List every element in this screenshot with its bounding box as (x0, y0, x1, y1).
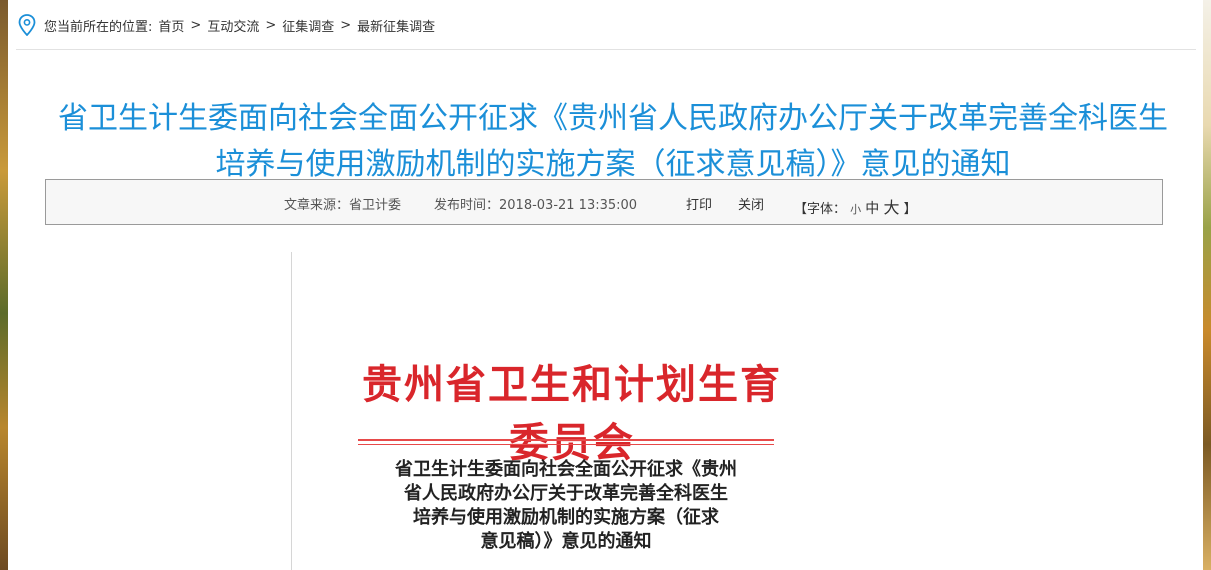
content-page: 您当前所在的位置: 首页 > 互动交流 > 征集调查 > 最新征集调查 省卫生计… (8, 0, 1203, 570)
breadcrumb-home[interactable]: 首页 (158, 16, 184, 35)
article-meta-bar: 文章来源：省卫计委 发布时间：2018-03-21 13:35:00 打印 关闭… (45, 179, 1163, 225)
font-size-control: 【字体： 小 中 大 】 (794, 194, 917, 218)
font-size-bracket-end: 】 (903, 202, 917, 217)
document-title-line: 意见稿）》意见的通知 (480, 531, 652, 552)
breadcrumb-latest-survey[interactable]: 最新征集调查 (357, 16, 435, 35)
breadcrumb-separator: > (265, 17, 277, 33)
breadcrumb-prefix: 您当前所在的位置: (44, 19, 153, 35)
font-size-label: 【字体： (794, 202, 847, 217)
header-divider (16, 49, 1196, 50)
location-pin-icon (18, 14, 36, 36)
document-title: 省卫生计生委面向社会全面公开征求《贵州 省人民政府办公厅关于改革完善全科医生 培… (366, 458, 766, 554)
breadcrumb-separator: > (190, 17, 202, 33)
print-link[interactable]: 打印 (686, 194, 712, 213)
article-title: 省卫生计生委面向社会全面公开征求《贵州省人民政府办公厅关于改革完善全科医生 培养… (28, 96, 1198, 188)
font-small-button[interactable]: 小 (850, 203, 861, 216)
article-source: 文章来源：省卫计委 (284, 198, 402, 213)
document-red-header: 贵州省卫生和计划生育委员会 (362, 361, 782, 466)
publish-time: 发布时间：2018-03-21 13:35:00 (434, 198, 638, 213)
breadcrumb-interaction[interactable]: 互动交流 (207, 16, 259, 35)
breadcrumb-survey[interactable]: 征集调查 (282, 16, 334, 35)
font-large-button[interactable]: 大 (883, 198, 899, 217)
article-title-line-1: 省卫生计生委面向社会全面公开征求《贵州省人民政府办公厅关于改革完善全科医生 (58, 101, 1168, 137)
background-landscape-left (0, 0, 8, 570)
breadcrumb: 您当前所在的位置: 首页 > 互动交流 > 征集调查 > 最新征集调查 (18, 12, 435, 38)
document-title-line: 培养与使用激励机制的实施方案（征求 (413, 507, 719, 528)
document-red-rule-thin (358, 444, 774, 445)
document-title-line: 省卫生计生委面向社会全面公开征求《贵州 (395, 459, 737, 480)
breadcrumb-separator: > (340, 17, 352, 33)
document-red-rule (358, 439, 774, 441)
background-landscape-right (1203, 0, 1211, 570)
close-link[interactable]: 关闭 (738, 194, 764, 213)
document-scan-image: 贵州省卫生和计划生育委员会 省卫生计生委面向社会全面公开征求《贵州 省人民政府办… (292, 252, 892, 570)
document-title-line: 省人民政府办公厅关于改革完善全科医生 (404, 483, 728, 504)
font-medium-button[interactable]: 中 (865, 201, 879, 217)
